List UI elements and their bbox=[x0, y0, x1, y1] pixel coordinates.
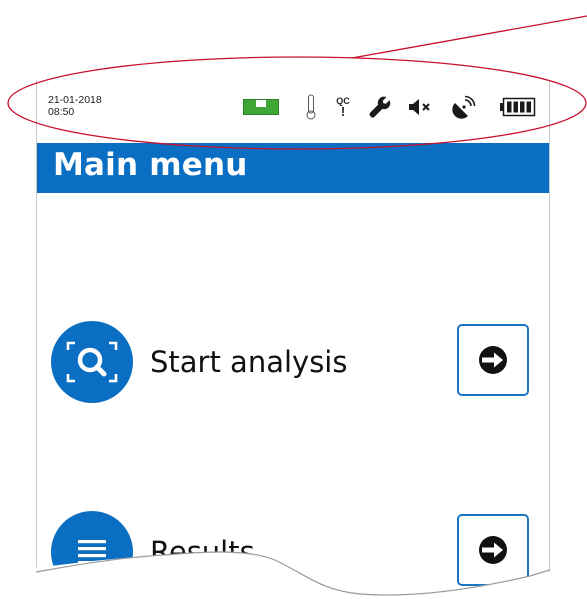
list-icon bbox=[51, 511, 133, 593]
results-arrow-button[interactable] bbox=[457, 514, 529, 586]
wrench-icon bbox=[366, 94, 394, 120]
thermometer-icon bbox=[304, 94, 318, 120]
results-label: Results bbox=[150, 535, 255, 569]
search-icon bbox=[51, 321, 133, 403]
arrow-right-icon bbox=[479, 346, 507, 374]
mute-icon bbox=[406, 94, 434, 120]
arrow-right-icon bbox=[479, 536, 507, 564]
start-analysis-arrow-button[interactable] bbox=[457, 324, 529, 396]
title-bar: Main menu bbox=[37, 143, 549, 193]
date-time: 21-01-2018 08:50 bbox=[48, 94, 102, 118]
device-screenshot: 21-01-2018 08:50 QC ! Main menu Start an… bbox=[0, 0, 587, 599]
menu-item-start-analysis[interactable]: Start analysis bbox=[37, 321, 549, 403]
menu-item-results[interactable]: Results bbox=[37, 511, 549, 593]
battery-icon bbox=[500, 94, 536, 120]
page-title: Main menu bbox=[53, 147, 248, 183]
qc-mark: ! bbox=[340, 103, 346, 119]
status-time: 08:50 bbox=[48, 106, 75, 118]
satellite-icon bbox=[450, 94, 478, 120]
status-date: 21-01-2018 bbox=[48, 94, 102, 106]
start-analysis-label: Start analysis bbox=[150, 345, 348, 379]
device-screen: 21-01-2018 08:50 QC ! Main menu Start an… bbox=[36, 80, 550, 599]
status-bar: 21-01-2018 08:50 QC ! bbox=[37, 80, 549, 143]
level-icon bbox=[243, 94, 279, 120]
qc-warning-icon: QC ! bbox=[333, 94, 353, 120]
